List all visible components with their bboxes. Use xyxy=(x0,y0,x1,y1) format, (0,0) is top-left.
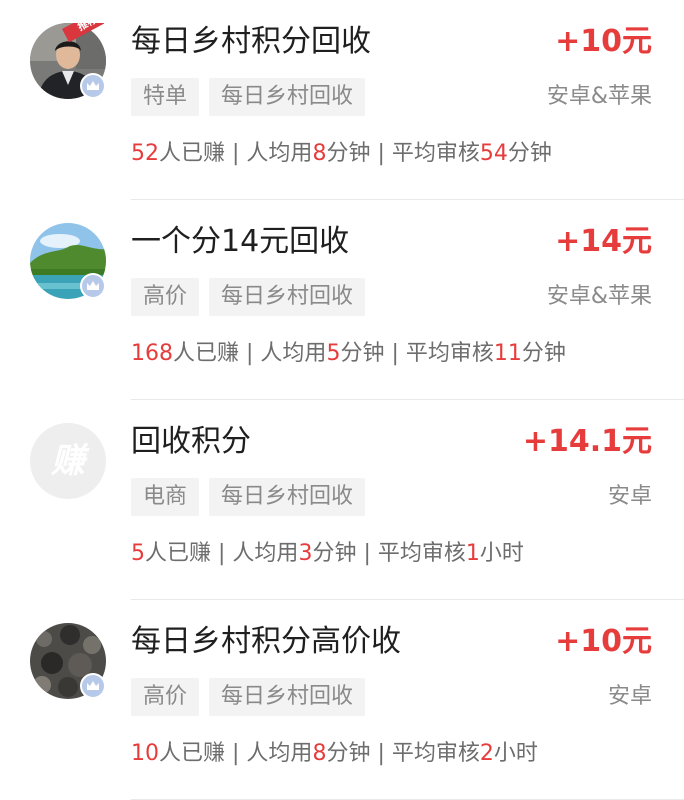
avg-prefix: 人均用 xyxy=(246,141,313,166)
avg-suffix: 分钟 xyxy=(340,341,385,366)
task-item[interactable]: 每日乡村积分高价收 +10元 高价 每日乡村回收 安卓 10人已赚 | 人均用8… xyxy=(0,600,684,800)
avg-suffix: 分钟 xyxy=(326,141,371,166)
task-stats: 168人已赚 | 人均用5分钟 | 平均审核11分钟 xyxy=(131,337,566,371)
tag: 高价 xyxy=(131,678,200,716)
task-reward: +14元 xyxy=(555,224,652,259)
task-platform: 安卓&苹果 xyxy=(546,84,652,109)
crown-badge-icon xyxy=(80,673,106,699)
review-suffix: 分钟 xyxy=(507,141,552,166)
avg-time-value: 8 xyxy=(312,141,327,166)
earned-count: 5 xyxy=(131,541,145,566)
task-title: 一个分14元回收 xyxy=(131,224,350,259)
placeholder-avatar: 赚 xyxy=(30,423,106,499)
task-item[interactable]: 推荐 每日乡村积分回收 +10元 特单 每日乡村回收 安卓&苹果 52人已赚 |… xyxy=(0,0,684,200)
task-reward: +10元 xyxy=(555,24,652,59)
earned-suffix: 人已赚 xyxy=(145,541,212,566)
avg-suffix: 分钟 xyxy=(326,741,371,766)
tag: 每日乡村回收 xyxy=(209,478,366,516)
avg-prefix: 人均用 xyxy=(260,341,327,366)
separator: | xyxy=(239,341,261,366)
avg-prefix: 人均用 xyxy=(246,741,313,766)
task-list: 推荐 每日乡村积分回收 +10元 特单 每日乡村回收 安卓&苹果 52人已赚 |… xyxy=(0,0,684,800)
review-prefix: 平均审核 xyxy=(391,741,480,766)
task-tags: 高价 每日乡村回收 xyxy=(131,678,366,716)
earned-suffix: 人已赚 xyxy=(173,341,240,366)
task-tags: 特单 每日乡村回收 xyxy=(131,78,366,116)
review-time-value: 11 xyxy=(493,341,522,366)
avg-prefix: 人均用 xyxy=(232,541,299,566)
task-platform: 安卓&苹果 xyxy=(546,284,652,309)
separator: | xyxy=(211,541,233,566)
tag: 每日乡村回收 xyxy=(209,678,366,716)
avatar: 赚 xyxy=(30,423,106,499)
task-reward: +14.1元 xyxy=(522,424,652,459)
tag: 特单 xyxy=(131,78,200,116)
task-stats: 10人已赚 | 人均用8分钟 | 平均审核2小时 xyxy=(131,737,538,771)
review-suffix: 小时 xyxy=(493,741,538,766)
review-time-value: 2 xyxy=(479,741,494,766)
avatar xyxy=(30,223,106,299)
tag: 电商 xyxy=(131,478,200,516)
review-prefix: 平均审核 xyxy=(391,141,480,166)
earned-count: 52 xyxy=(131,141,159,166)
separator: | xyxy=(225,741,247,766)
earned-suffix: 人已赚 xyxy=(159,741,226,766)
task-item[interactable]: 一个分14元回收 +14元 高价 每日乡村回收 安卓&苹果 168人已赚 | 人… xyxy=(0,200,684,400)
task-platform: 安卓 xyxy=(607,484,652,509)
earned-suffix: 人已赚 xyxy=(159,141,226,166)
task-tags: 电商 每日乡村回收 xyxy=(131,478,366,516)
earned-count: 10 xyxy=(131,741,159,766)
task-stats: 5人已赚 | 人均用3分钟 | 平均审核1小时 xyxy=(131,537,524,571)
review-prefix: 平均审核 xyxy=(377,541,466,566)
crown-badge-icon xyxy=(80,273,106,299)
crown-badge-icon xyxy=(80,73,106,99)
earned-count: 168 xyxy=(131,341,173,366)
separator: | xyxy=(384,341,406,366)
task-tags: 高价 每日乡村回收 xyxy=(131,278,366,316)
review-prefix: 平均审核 xyxy=(405,341,494,366)
avg-time-value: 8 xyxy=(312,741,327,766)
tag: 每日乡村回收 xyxy=(209,278,366,316)
task-title: 每日乡村积分回收 xyxy=(131,24,371,59)
review-time-value: 1 xyxy=(465,541,480,566)
tag: 每日乡村回收 xyxy=(209,78,366,116)
placeholder-avatar-text: 赚 xyxy=(51,441,85,481)
avatar xyxy=(30,623,106,699)
task-item[interactable]: 赚 回收积分 +14.1元 电商 每日乡村回收 安卓 5人已赚 | 人均用3分钟… xyxy=(0,400,684,600)
review-time-value: 54 xyxy=(479,141,508,166)
recommend-corner-tag: 推荐 xyxy=(58,23,104,53)
task-platform: 安卓 xyxy=(607,684,652,709)
task-title: 每日乡村积分高价收 xyxy=(131,624,401,659)
task-title: 回收积分 xyxy=(131,424,251,459)
avatar: 推荐 xyxy=(30,23,106,99)
avg-time-value: 5 xyxy=(326,341,341,366)
review-suffix: 分钟 xyxy=(521,341,566,366)
separator: | xyxy=(225,141,247,166)
task-stats: 52人已赚 | 人均用8分钟 | 平均审核54分钟 xyxy=(131,137,552,171)
separator: | xyxy=(356,541,378,566)
task-reward: +10元 xyxy=(555,624,652,659)
separator: | xyxy=(370,141,392,166)
separator: | xyxy=(370,741,392,766)
corner-tag-label: 推荐 xyxy=(62,23,104,43)
avg-time-value: 3 xyxy=(298,541,313,566)
avg-suffix: 分钟 xyxy=(312,541,357,566)
review-suffix: 小时 xyxy=(479,541,524,566)
tag: 高价 xyxy=(131,278,200,316)
